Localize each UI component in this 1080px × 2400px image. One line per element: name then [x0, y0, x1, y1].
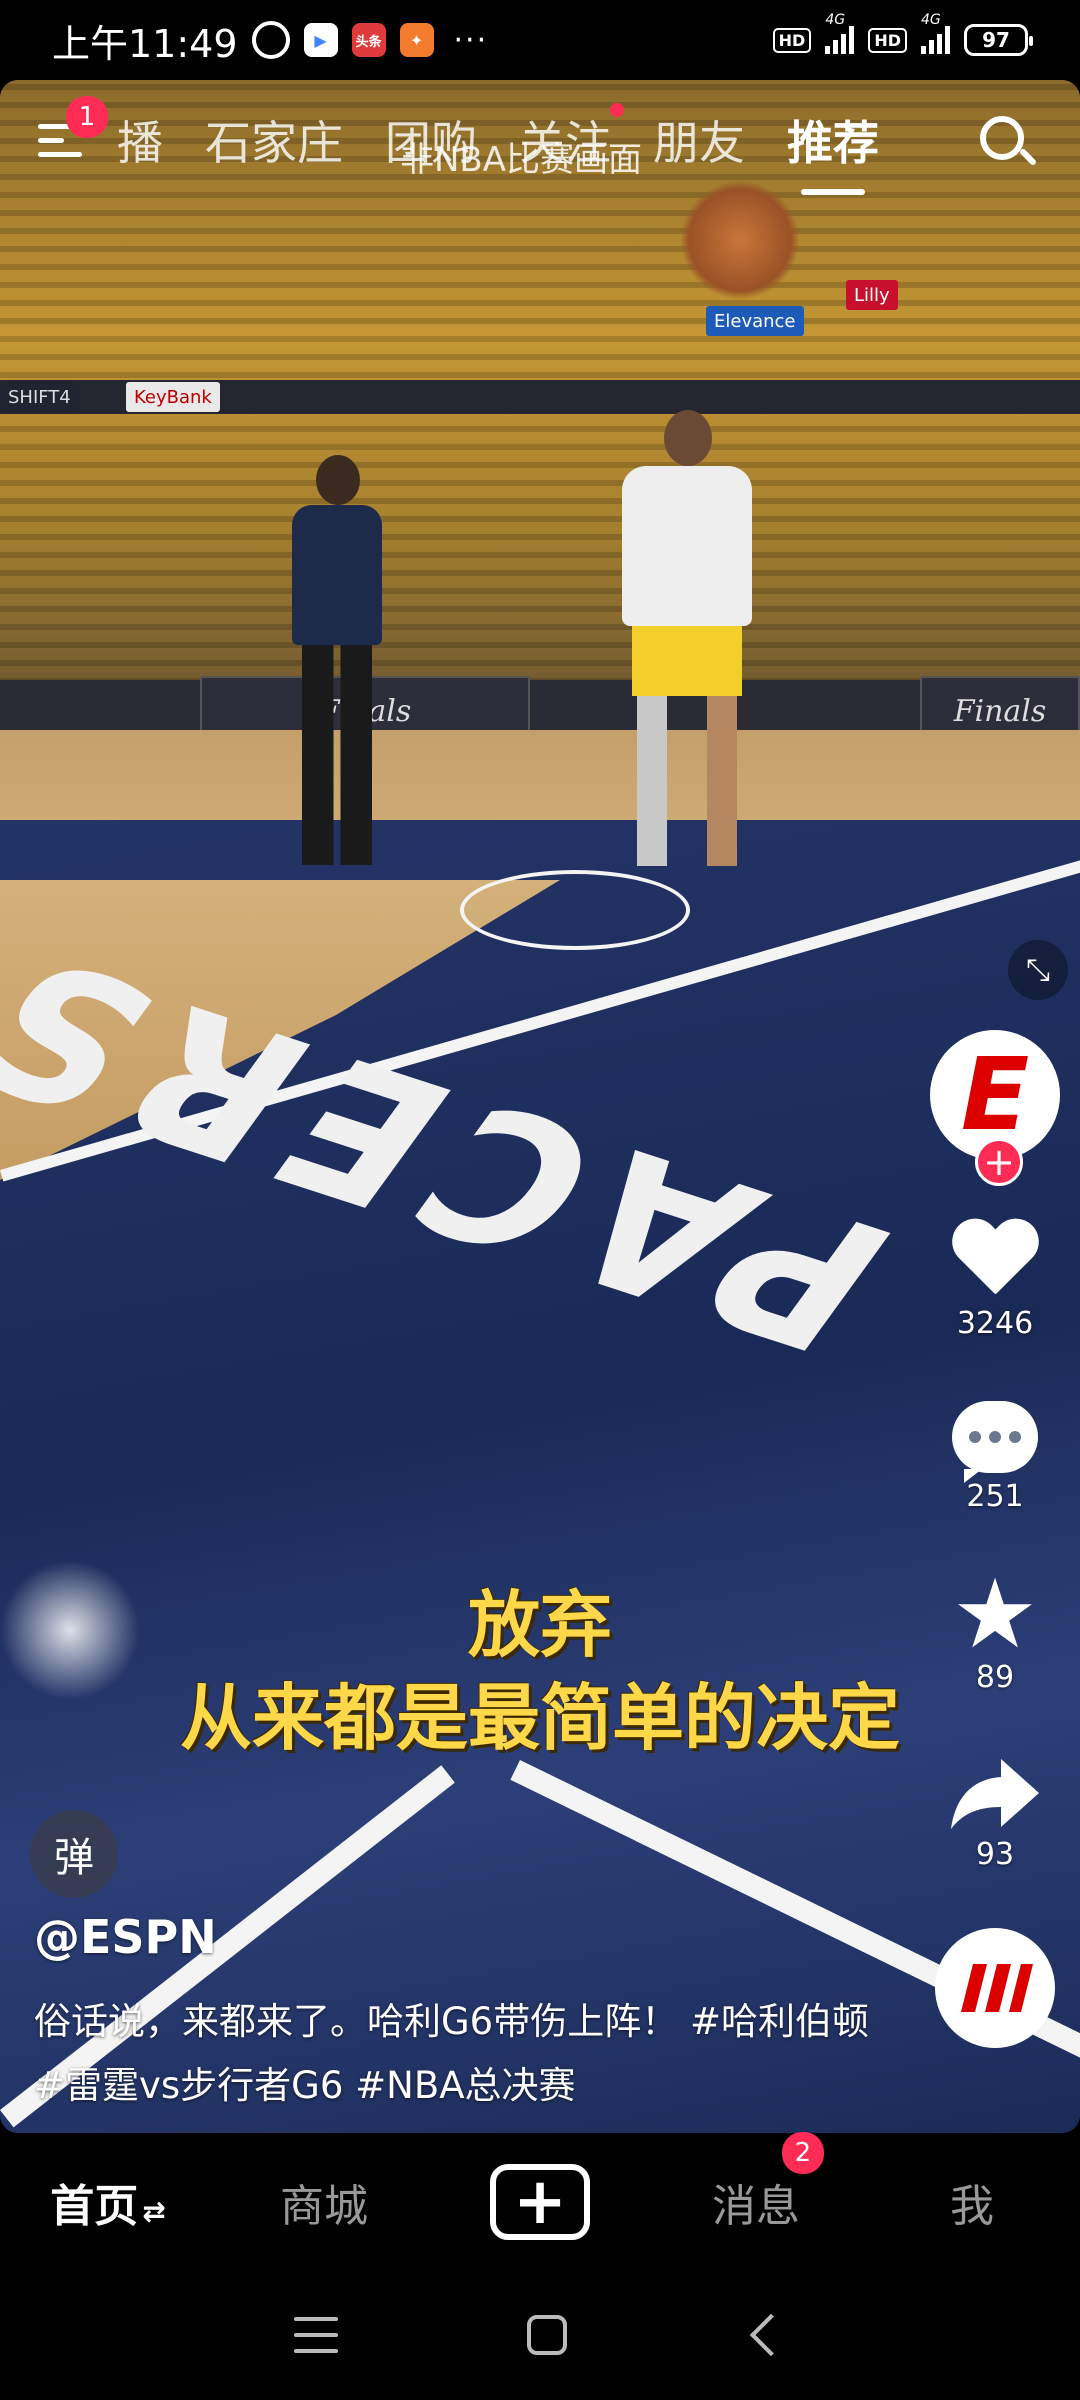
- app-icon: ✦: [399, 23, 434, 57]
- system-nav-bar: [0, 2270, 1080, 2400]
- toutiao-icon: 头条: [351, 23, 386, 57]
- share-icon: [949, 1755, 1041, 1831]
- tab-messages-label: 消息: [712, 2180, 800, 2232]
- star-icon: ★: [951, 1558, 1039, 1670]
- tab-create[interactable]: +: [432, 2163, 648, 2240]
- arena-ad: KeyBank: [126, 382, 220, 412]
- messages-badge: 2: [781, 2131, 824, 2174]
- comment-count: 251: [966, 1479, 1024, 1514]
- favorite-button[interactable]: ★ 89: [951, 1558, 1039, 1695]
- bottom-tab-bar: 首页 ⇄ 商城 + 消息 2 我: [0, 2131, 1080, 2270]
- more-notifications-icon: ···: [453, 22, 489, 58]
- back-icon[interactable]: [749, 2313, 792, 2357]
- arena-ad: Elevance: [706, 306, 804, 336]
- courtside-band: [0, 680, 1080, 730]
- arena-ad: Lilly: [846, 280, 898, 310]
- center-circle: [460, 870, 690, 950]
- comment-icon: [952, 1401, 1038, 1483]
- tab-friends[interactable]: 朋友: [632, 107, 766, 173]
- music-disc[interactable]: [935, 1928, 1055, 2048]
- player-silhouette: [292, 455, 382, 895]
- tab-mall[interactable]: 商城: [216, 2170, 432, 2234]
- alarm-icon: [251, 21, 290, 59]
- search-icon-ring: [980, 116, 1024, 160]
- danmu-toggle-button[interactable]: 弹: [30, 1810, 118, 1898]
- comment-button[interactable]: 251: [952, 1401, 1038, 1514]
- menu-icon-bar: [38, 151, 82, 157]
- recent-apps-icon[interactable]: [294, 2317, 339, 2353]
- tab-recommend[interactable]: 推荐: [766, 107, 900, 195]
- author-name[interactable]: @ESPN: [34, 1910, 217, 1964]
- action-rail: E + 3246 251 ★ 89 93: [910, 1030, 1080, 2048]
- search-icon-handle: [1018, 147, 1038, 167]
- status-bar: 上午11:49 ▶ 头条 ✦ ··· HD 4G HD 4G 97: [0, 0, 1080, 80]
- collapse-icon[interactable]: ⤡: [1008, 940, 1068, 1000]
- signal-icon-2: 4G: [921, 12, 950, 54]
- battery-icon: 97: [964, 24, 1033, 56]
- network-type-2: 4G: [921, 12, 941, 28]
- like-count: 3246: [956, 1306, 1034, 1341]
- follow-button[interactable]: +: [975, 1138, 1023, 1186]
- espn-logo-icon: E: [960, 1036, 1030, 1153]
- signal-icon: 4G: [825, 12, 855, 54]
- player-silhouette-2: [622, 410, 752, 880]
- tab-home-label: 首页: [50, 2180, 139, 2232]
- share-count: 93: [975, 1837, 1015, 1872]
- hd-voice-icon: HD: [772, 27, 812, 53]
- arena-ad: SHIFT4: [0, 382, 79, 412]
- author-avatar[interactable]: E +: [930, 1030, 1060, 1186]
- video-description[interactable]: 俗话说，来都来了。哈利G6带伤上阵！ #哈利伯顿 #雷霆vs步行者G6 #NBA…: [34, 1990, 894, 2118]
- espn-music-logo-icon: [961, 1964, 1033, 2012]
- tab-home[interactable]: 首页 ⇄: [0, 2170, 216, 2234]
- tab-messages[interactable]: 消息 2: [648, 2131, 864, 2234]
- hd-voice-icon-2: HD: [868, 27, 907, 53]
- tab-local[interactable]: 石家庄: [184, 107, 364, 173]
- heart-icon: [950, 1220, 1040, 1300]
- home-icon[interactable]: [526, 2315, 567, 2355]
- status-right: HD 4G HD 4G 97: [772, 12, 1033, 56]
- favorite-count: 89: [975, 1660, 1015, 1695]
- swap-icon: ⇄: [142, 2194, 166, 2228]
- like-button[interactable]: 3246: [950, 1220, 1040, 1341]
- tab-me[interactable]: 我: [864, 2170, 1080, 2234]
- share-button[interactable]: 93: [949, 1755, 1041, 1872]
- following-dot: [610, 103, 624, 117]
- status-time: 上午11:49: [52, 21, 238, 66]
- overlay-hint: 非NBA比赛画面: [400, 140, 643, 180]
- search-icon[interactable]: [976, 112, 1038, 172]
- menu-button[interactable]: 1: [30, 96, 108, 170]
- google-play-icon: ▶: [303, 23, 338, 57]
- network-type: 4G: [825, 12, 846, 28]
- create-plus-icon: +: [490, 2163, 590, 2240]
- menu-icon-bar: [38, 137, 65, 143]
- tab-live[interactable]: 播: [96, 107, 184, 173]
